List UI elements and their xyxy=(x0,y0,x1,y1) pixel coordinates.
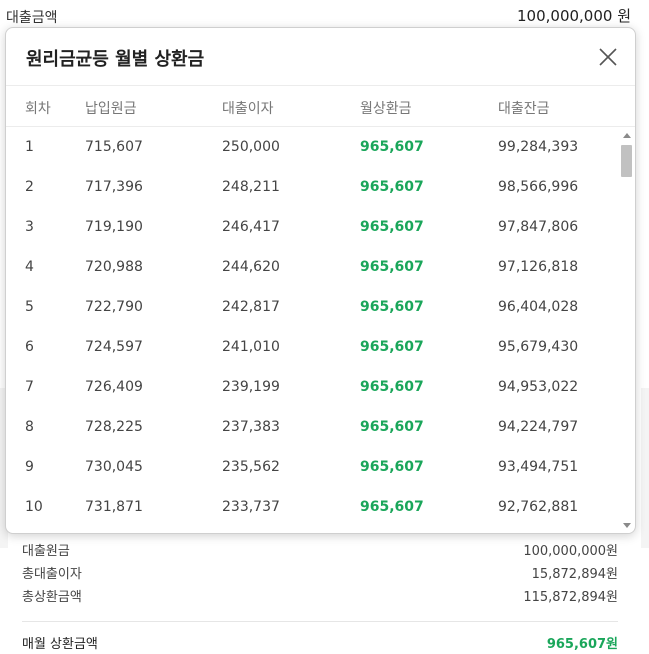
column-header-round: 회차 xyxy=(25,101,51,117)
cell-interest: 233,737 xyxy=(222,499,280,515)
cell-round: 1 xyxy=(25,139,34,155)
cell-monthly-payment: 965,607 xyxy=(360,259,424,275)
close-icon xyxy=(599,48,617,66)
cell-round: 2 xyxy=(25,179,34,195)
cell-monthly-payment: 965,607 xyxy=(360,459,424,475)
cell-balance: 98,566,996 xyxy=(498,179,579,195)
table-row: 1 715,607 250,000 965,607 99,284,393 xyxy=(6,128,620,168)
cell-monthly-payment: 965,607 xyxy=(360,299,424,315)
cell-interest: 235,562 xyxy=(222,459,280,475)
table-row: 2 717,396 248,211 965,607 98,566,996 xyxy=(6,168,620,208)
column-header-balance: 대출잔금 xyxy=(498,101,550,117)
table-row: 5 722,790 242,817 965,607 96,404,028 xyxy=(6,288,620,328)
table-row: 8 728,225 237,383 965,607 94,224,797 xyxy=(6,408,620,448)
table-header: 회차 납입원금 대출이자 월상환금 대출잔금 xyxy=(6,87,635,127)
cell-balance: 92,762,881 xyxy=(498,499,579,515)
summary-interest-label: 총대출이자 xyxy=(22,567,82,582)
cell-balance: 99,284,393 xyxy=(498,139,579,155)
table-row: 3 719,190 246,417 965,607 97,847,806 xyxy=(6,208,620,248)
modal-header: 원리금균등 월별 상환금 xyxy=(6,28,635,86)
cell-principal: 715,607 xyxy=(85,139,143,155)
table-row: 6 724,597 241,010 965,607 95,679,430 xyxy=(6,328,620,368)
cell-interest: 241,010 xyxy=(222,339,280,355)
cell-interest: 239,199 xyxy=(222,379,280,395)
cell-round: 8 xyxy=(25,419,34,435)
summary-monthly-value: 965,607원 xyxy=(546,637,618,652)
summary-total-label: 총상환금액 xyxy=(22,590,82,605)
cell-principal: 730,045 xyxy=(85,459,143,475)
cell-monthly-payment: 965,607 xyxy=(360,139,424,155)
cell-round: 3 xyxy=(25,219,34,235)
summary-total-row: 총상환금액 115,872,894원 xyxy=(22,586,618,609)
cell-monthly-payment: 965,607 xyxy=(360,219,424,235)
summary-principal-value: 100,000,000원 xyxy=(523,544,618,559)
cell-round: 9 xyxy=(25,459,34,475)
cell-principal: 728,225 xyxy=(85,419,143,435)
cell-interest: 248,211 xyxy=(222,179,280,195)
table-body: 1 715,607 250,000 965,607 99,284,393 2 7… xyxy=(6,128,620,533)
cell-balance: 95,679,430 xyxy=(498,339,579,355)
loan-amount-row: 대출금액 100,000,000 원 xyxy=(0,0,649,30)
table-row: 7 726,409 239,199 965,607 94,953,022 xyxy=(6,368,620,408)
cell-principal: 717,396 xyxy=(85,179,143,195)
scroll-up-arrow-icon[interactable] xyxy=(623,133,631,138)
cell-interest: 237,383 xyxy=(222,419,280,435)
cell-principal: 731,871 xyxy=(85,499,143,515)
repayment-summary: 대출원금 100,000,000원 총대출이자 15,872,894원 총상환금… xyxy=(22,540,618,654)
cell-balance: 94,224,797 xyxy=(498,419,579,435)
summary-divider xyxy=(22,621,618,622)
cell-principal: 720,988 xyxy=(85,259,143,275)
summary-principal-row: 대출원금 100,000,000원 xyxy=(22,540,618,563)
summary-interest-value: 15,872,894원 xyxy=(531,567,618,582)
cell-balance: 94,953,022 xyxy=(498,379,579,395)
cell-interest: 246,417 xyxy=(222,219,280,235)
cell-round: 6 xyxy=(25,339,34,355)
cell-balance: 93,494,751 xyxy=(498,459,579,475)
column-header-monthly-payment: 월상환금 xyxy=(360,101,412,117)
cell-principal: 726,409 xyxy=(85,379,143,395)
cell-principal: 722,790 xyxy=(85,299,143,315)
cell-monthly-payment: 965,607 xyxy=(360,379,424,395)
monthly-repayment-modal: 원리금균등 월별 상환금 회차 납입원금 대출이자 월상환금 대출잔금 1 71… xyxy=(5,27,636,534)
cell-monthly-payment: 965,607 xyxy=(360,499,424,515)
cell-round: 5 xyxy=(25,299,34,315)
cell-interest: 250,000 xyxy=(222,139,280,155)
cell-interest: 242,817 xyxy=(222,299,280,315)
cell-monthly-payment: 965,607 xyxy=(360,179,424,195)
cell-balance: 97,126,818 xyxy=(498,259,579,275)
cell-principal: 719,190 xyxy=(85,219,143,235)
scroll-down-arrow-icon[interactable] xyxy=(623,523,631,528)
loan-amount-label: 대출금액 xyxy=(6,10,58,26)
table-row: 9 730,045 235,562 965,607 93,494,751 xyxy=(6,448,620,488)
cell-interest: 244,620 xyxy=(222,259,280,275)
summary-principal-label: 대출원금 xyxy=(22,544,70,559)
cell-round: 7 xyxy=(25,379,34,395)
summary-monthly-label: 매월 상환금액 xyxy=(22,637,98,652)
scrollbar-thumb[interactable] xyxy=(621,145,632,177)
cell-round: 4 xyxy=(25,259,34,275)
cell-monthly-payment: 965,607 xyxy=(360,419,424,435)
table-scrollbar[interactable] xyxy=(619,128,634,533)
cell-round: 10 xyxy=(25,499,43,515)
column-header-principal: 납입원금 xyxy=(85,101,137,117)
table-row: 4 720,988 244,620 965,607 97,126,818 xyxy=(6,248,620,288)
summary-total-value: 115,872,894원 xyxy=(523,590,618,605)
cell-balance: 97,847,806 xyxy=(498,219,579,235)
cell-monthly-payment: 965,607 xyxy=(360,339,424,355)
summary-monthly-row: 매월 상환금액 965,607원 xyxy=(22,636,618,654)
cell-principal: 724,597 xyxy=(85,339,143,355)
modal-title: 원리금균등 월별 상환금 xyxy=(26,49,205,70)
cell-balance: 96,404,028 xyxy=(498,299,579,315)
summary-interest-row: 총대출이자 15,872,894원 xyxy=(22,563,618,586)
column-header-interest: 대출이자 xyxy=(222,101,274,117)
table-row: 10 731,871 233,737 965,607 92,762,881 xyxy=(6,488,620,528)
loan-amount-value: 100,000,000 원 xyxy=(517,7,631,25)
close-button[interactable] xyxy=(597,46,619,68)
